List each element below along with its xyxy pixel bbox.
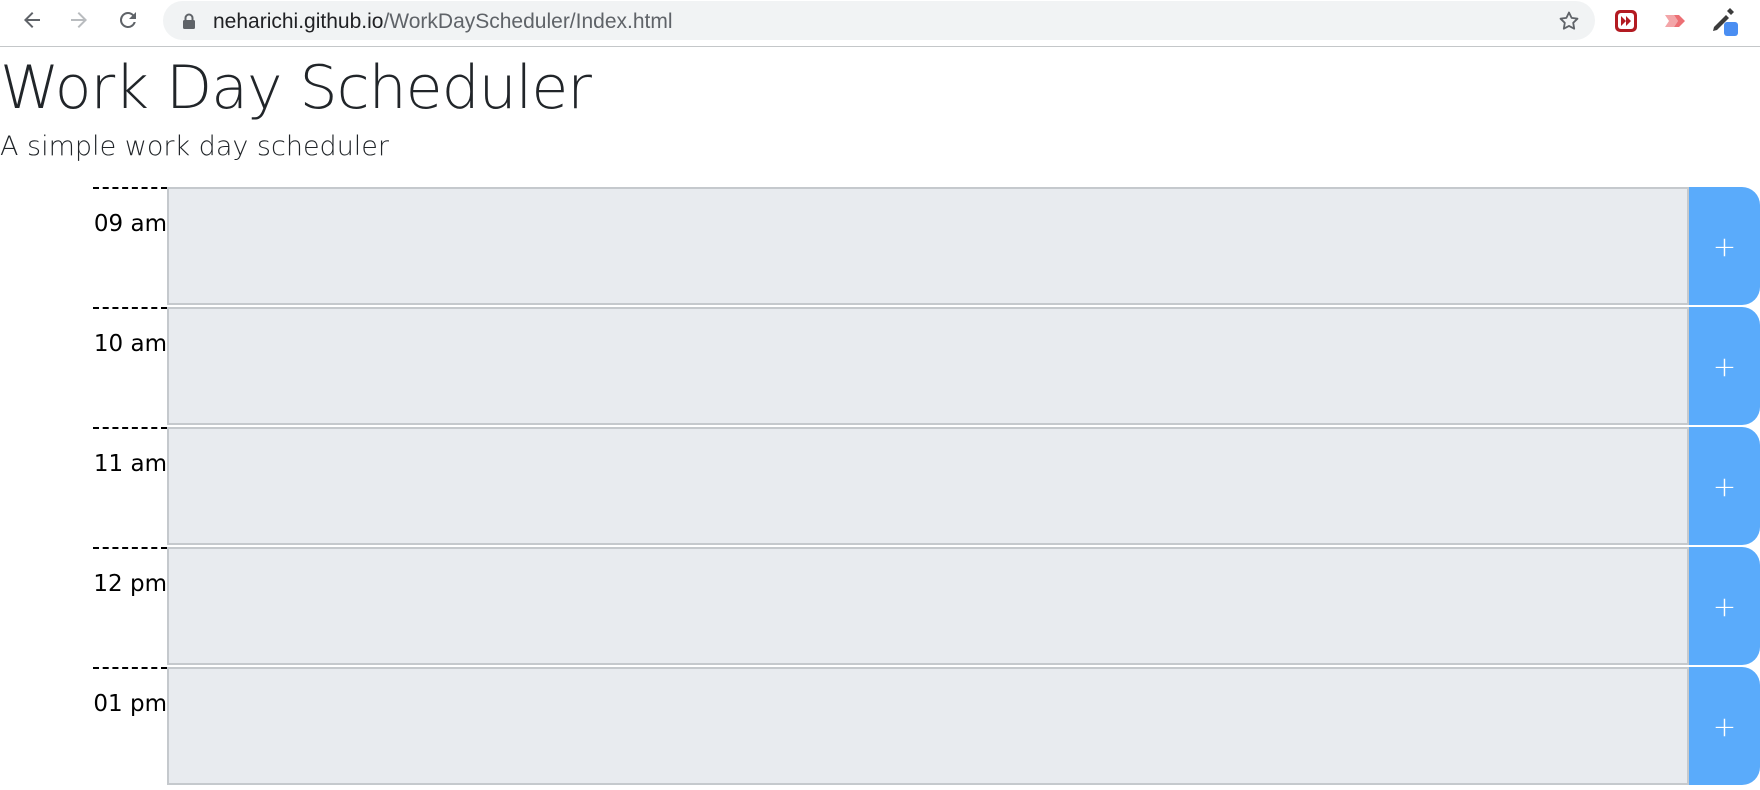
- forward-arrow-icon: [71, 12, 87, 28]
- hour-label: 12 pm: [93, 547, 167, 667]
- save-button[interactable]: +: [1689, 547, 1760, 665]
- lock-icon: [182, 13, 196, 33]
- hour-label: 11 am: [93, 427, 167, 547]
- eyedropper-icon[interactable]: [1710, 6, 1740, 36]
- back-button[interactable]: [16, 4, 48, 36]
- time-block-row: 10 am +: [0, 307, 1760, 427]
- hour-label: 09 am: [93, 187, 167, 307]
- extension-pink-icon[interactable]: [1660, 6, 1690, 36]
- event-textarea[interactable]: [167, 307, 1689, 425]
- page-title: Work Day Scheduler: [0, 53, 592, 123]
- page-subtitle: A simple work day scheduler: [0, 131, 390, 162]
- save-button[interactable]: +: [1689, 187, 1760, 305]
- event-textarea[interactable]: [167, 547, 1689, 665]
- save-button[interactable]: +: [1689, 667, 1760, 785]
- url-host: neharichi.github.io: [213, 10, 384, 33]
- hour-label: 01 pm: [93, 667, 167, 787]
- event-textarea[interactable]: [167, 667, 1689, 785]
- url-path: /WorkDayScheduler/Index.html: [383, 10, 673, 33]
- url-text: neharichi.github.io/WorkDayScheduler/Ind…: [213, 10, 673, 34]
- reload-button[interactable]: [112, 4, 144, 36]
- time-block-row: 09 am +: [0, 187, 1760, 307]
- event-textarea[interactable]: [167, 427, 1689, 545]
- browser-toolbar: neharichi.github.io/WorkDayScheduler/Ind…: [0, 0, 1760, 47]
- time-block-row: 11 am +: [0, 427, 1760, 547]
- schedule-list: 09 am + 10 am + 11 am + 12 pm + 01 pm +: [0, 187, 1760, 787]
- save-button[interactable]: +: [1689, 427, 1760, 545]
- star-icon[interactable]: [1557, 9, 1581, 37]
- save-button[interactable]: +: [1689, 307, 1760, 425]
- address-bar[interactable]: neharichi.github.io/WorkDayScheduler/Ind…: [163, 1, 1595, 40]
- back-arrow-icon: [24, 12, 40, 28]
- hour-label: 10 am: [93, 307, 167, 427]
- extension-red-icon[interactable]: [1611, 6, 1641, 36]
- forward-button[interactable]: [63, 4, 95, 36]
- time-block-row: 01 pm +: [0, 667, 1760, 787]
- time-block-row: 12 pm +: [0, 547, 1760, 667]
- event-textarea[interactable]: [167, 187, 1689, 305]
- reload-icon: [120, 12, 136, 28]
